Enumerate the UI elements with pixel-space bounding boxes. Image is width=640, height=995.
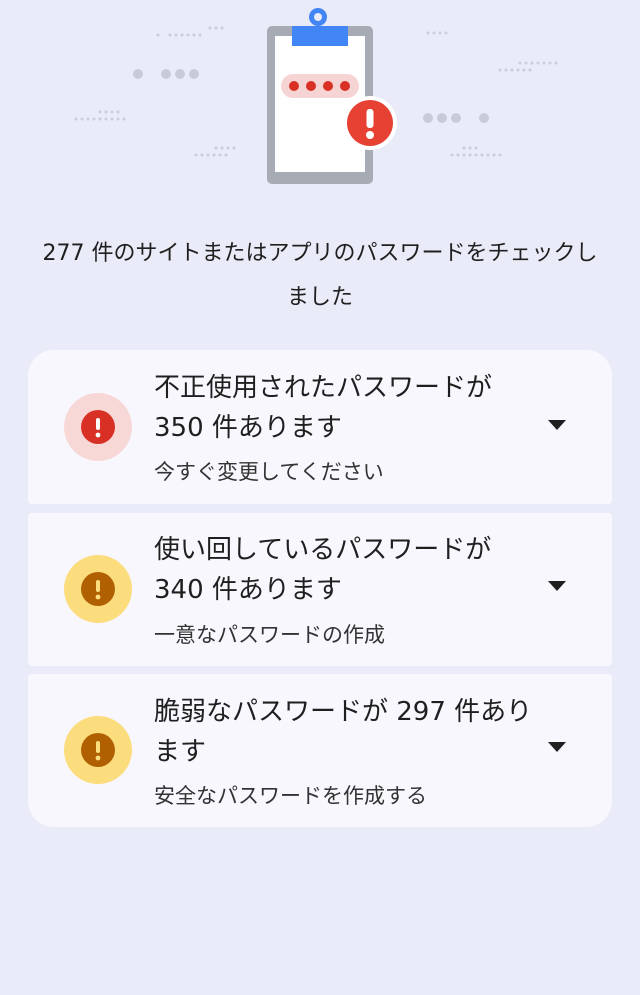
row-subtitle: 一意なパスワードの作成 [154,623,385,647]
reused-passwords-row[interactable]: 使い回しているパスワードが 340 件あります 一意なパスワードの作成 [28,513,612,666]
row-subtitle: 安全なパスワードを作成する [154,784,427,808]
warning-badge [64,716,132,784]
chevron-down-icon[interactable] [546,741,568,753]
exclamation-icon [81,410,115,444]
weak-passwords-row[interactable]: 脆弱なパスワードが 297 件あります 安全なパスワードを作成する [28,674,612,827]
row-subtitle: 今すぐ変更してください [154,460,384,484]
compromised-passwords-row[interactable]: 不正使用されたパスワードが 350 件あります 今すぐ変更してください [28,350,612,504]
chevron-down-icon[interactable] [546,419,568,431]
row-title: 不正使用されたパスワードが 350 件あります [154,373,493,443]
chevron-down-icon[interactable] [546,580,568,592]
clipboard-password-alert-icon [74,8,558,184]
exclamation-icon [81,733,115,767]
checked-summary: 277 件のサイトまたはアプリのパスワードをチェックしました [42,241,598,310]
warning-badge [64,555,132,623]
alert-badge [64,393,132,461]
row-title: 使い回しているパスワードが 340 件あります [154,535,492,605]
exclamation-icon [81,572,115,606]
row-title: 脆弱なパスワードが 297 件あります [154,697,533,767]
